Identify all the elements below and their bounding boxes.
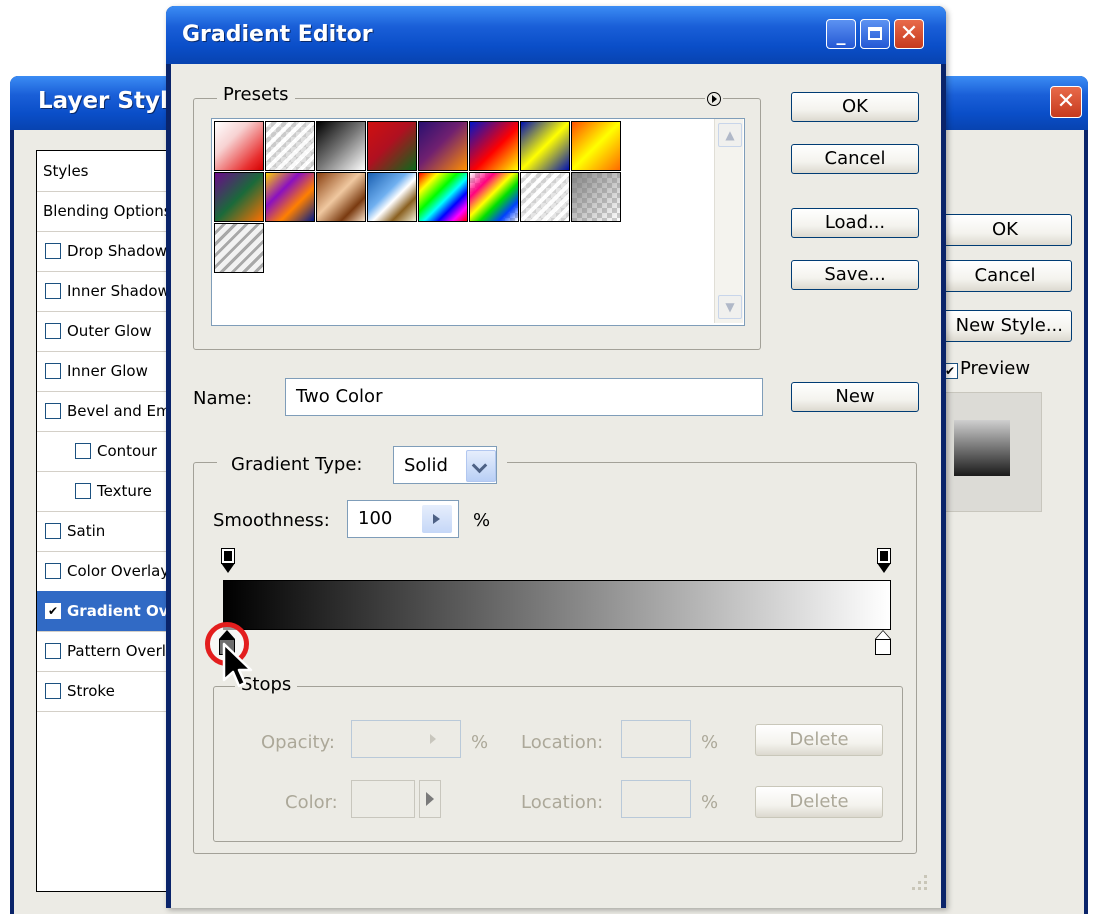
style-label: Color Overlay xyxy=(67,562,170,580)
color-location-input[interactable] xyxy=(621,780,691,818)
delete-color-stop-button[interactable]: Delete xyxy=(755,786,883,818)
presets-scrollbar[interactable]: ▲ ▼ xyxy=(714,119,743,323)
smoothness-slider-arrow-icon[interactable] xyxy=(422,505,452,533)
preset-swatch-yellow-violet-orange-blue[interactable] xyxy=(265,172,315,222)
opacity-location-label: Location: xyxy=(521,732,604,753)
preset-swatch-transparent-stripes[interactable] xyxy=(265,121,315,171)
name-input[interactable]: Two Color xyxy=(285,378,763,416)
save-button[interactable]: Save... xyxy=(791,260,919,290)
layer-style-ok-button[interactable]: OK xyxy=(938,214,1072,246)
style-checkbox[interactable]: ✔ xyxy=(45,603,61,619)
color-menu-arrow-icon[interactable] xyxy=(419,780,441,818)
close-icon[interactable]: ✕ xyxy=(894,19,924,49)
name-label: Name: xyxy=(193,388,253,409)
opacity-slider-arrow-icon xyxy=(430,734,436,744)
preview-label: Preview xyxy=(960,358,1031,379)
style-checkbox[interactable] xyxy=(45,363,61,379)
style-label: Satin xyxy=(67,522,106,540)
mouse-cursor-icon xyxy=(222,642,253,688)
style-label: Outer Glow xyxy=(67,322,152,340)
style-checkbox[interactable] xyxy=(45,243,61,259)
preset-swatch-blue-red-yellow[interactable] xyxy=(469,121,519,171)
smoothness-input[interactable]: 100 xyxy=(347,500,459,538)
opacity-label: Opacity: xyxy=(261,732,335,753)
preset-swatch-gray-stripes[interactable] xyxy=(214,223,264,273)
style-label: Stroke xyxy=(67,682,115,700)
style-checkbox[interactable] xyxy=(45,563,61,579)
style-checkbox[interactable] xyxy=(45,403,61,419)
opacity-stop-left[interactable] xyxy=(221,548,235,578)
style-label: Texture xyxy=(97,482,152,500)
minimize-icon[interactable]: _ xyxy=(826,19,856,49)
load-button[interactable]: Load... xyxy=(791,208,919,238)
preset-swatch-violet-green-orange[interactable] xyxy=(214,172,264,222)
gradient-editor-title: Gradient Editor xyxy=(182,22,373,47)
presets-panel: ▲ ▼ xyxy=(211,118,745,326)
style-checkbox[interactable] xyxy=(75,443,91,459)
color-location-label: Location: xyxy=(521,792,604,813)
style-checkbox[interactable] xyxy=(45,683,61,699)
style-checkbox[interactable] xyxy=(75,483,91,499)
smoothness-value: 100 xyxy=(358,508,393,529)
new-button[interactable]: New xyxy=(791,382,919,412)
preset-swatch-blue-yellow-blue[interactable] xyxy=(520,121,570,171)
gradient-type-value: Solid xyxy=(404,455,448,476)
preset-swatch-black-white[interactable] xyxy=(316,121,366,171)
style-label: Inner Glow xyxy=(67,362,148,380)
preset-swatch-orange-yellow-orange[interactable] xyxy=(571,121,621,171)
opacity-input[interactable] xyxy=(351,720,461,758)
preset-swatch-violet-orange[interactable] xyxy=(418,121,468,171)
gradient-editor-titlebar[interactable]: Gradient Editor _ ✕ xyxy=(166,6,946,64)
cancel-button[interactable]: Cancel xyxy=(791,144,919,174)
style-checkbox[interactable] xyxy=(45,283,61,299)
maximize-icon[interactable] xyxy=(860,19,890,49)
chevron-down-icon[interactable] xyxy=(466,450,496,482)
color-swatch[interactable] xyxy=(351,780,415,818)
resize-grip-icon[interactable] xyxy=(907,870,929,892)
presets-menu-icon[interactable] xyxy=(705,90,723,108)
preset-swatch-spectrum[interactable] xyxy=(418,172,468,222)
preset-swatch-transparent-rainbow[interactable] xyxy=(469,172,519,222)
style-label: Contour xyxy=(97,442,157,460)
color-label: Color: xyxy=(285,792,338,813)
preset-swatch-transparent-stripes-2[interactable] xyxy=(520,172,570,222)
smoothness-label: Smoothness: xyxy=(213,510,330,531)
gradient-type-select[interactable]: Solid xyxy=(393,446,497,484)
gradient-editor-body: Presets ▲ ▼ OK Cancel Load... Save... Na… xyxy=(171,64,941,908)
presets-grid xyxy=(212,119,712,325)
color-stop-right[interactable] xyxy=(875,630,891,656)
style-checkbox[interactable] xyxy=(45,523,61,539)
layer-style-cancel-button[interactable]: Cancel xyxy=(938,260,1072,292)
layer-style-title: Layer Style xyxy=(38,88,184,114)
preset-swatch-chrome[interactable] xyxy=(367,172,417,222)
ok-button[interactable]: OK xyxy=(791,92,919,122)
color-location-percent: % xyxy=(701,792,719,813)
opacity-location-percent: % xyxy=(701,732,719,753)
style-checkbox[interactable] xyxy=(45,643,61,659)
style-checkbox[interactable] xyxy=(45,323,61,339)
gradient-editor-window: Gradient Editor _ ✕ Presets ▲ ▼ OK Cance… xyxy=(166,6,946,908)
close-icon[interactable]: ✕ xyxy=(1050,86,1082,118)
opacity-stop-right[interactable] xyxy=(877,548,891,578)
gradient-type-label: Gradient Type: xyxy=(231,454,363,475)
style-label: Inner Shadow xyxy=(67,282,170,300)
opacity-percent: % xyxy=(471,732,489,753)
opacity-location-input[interactable] xyxy=(621,720,691,758)
preset-swatch-red-transparent[interactable] xyxy=(214,121,264,171)
style-label: Styles xyxy=(43,162,89,180)
new-style-button[interactable]: New Style... xyxy=(938,310,1072,342)
scroll-up-icon[interactable]: ▲ xyxy=(718,123,742,147)
stops-group xyxy=(213,686,903,842)
smoothness-percent: % xyxy=(473,510,491,531)
gradient-type-row: Gradient Type: Solid xyxy=(217,446,507,486)
delete-opacity-stop-button[interactable]: Delete xyxy=(755,724,883,756)
preset-swatch-red-green[interactable] xyxy=(367,121,417,171)
gradient-preview-bar[interactable] xyxy=(223,580,891,630)
presets-label: Presets xyxy=(217,84,295,105)
preset-swatch-copper[interactable] xyxy=(316,172,366,222)
preview-swatch xyxy=(954,420,1010,476)
preset-swatch-checker-transparent[interactable] xyxy=(571,172,621,222)
scroll-down-icon[interactable]: ▼ xyxy=(718,295,742,319)
style-label: Drop Shadow xyxy=(67,242,168,260)
